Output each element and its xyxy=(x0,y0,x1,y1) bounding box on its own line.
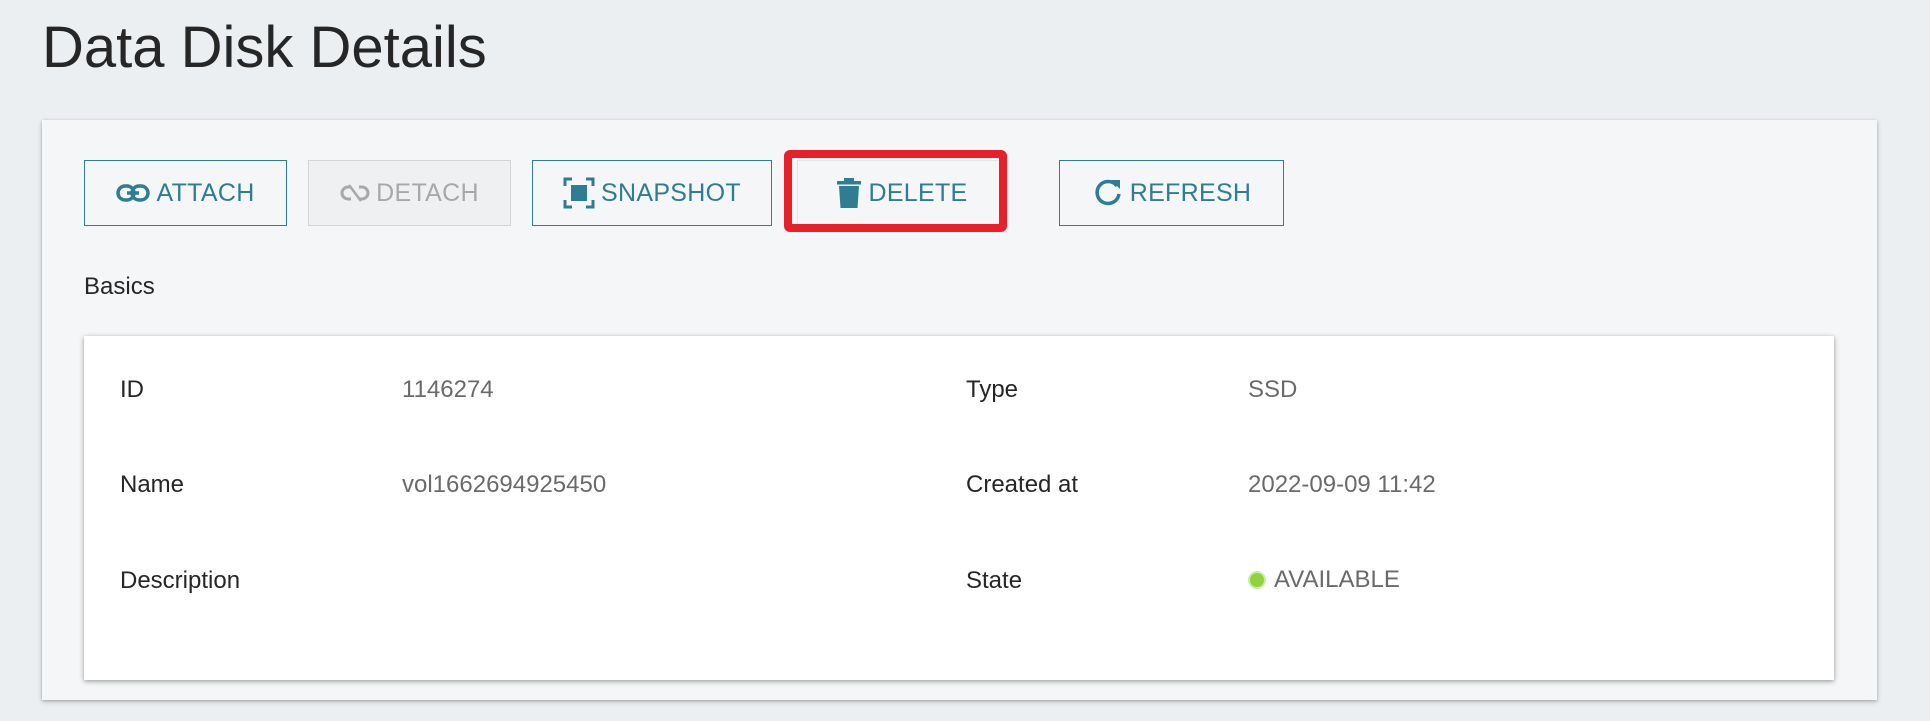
type-label: Type xyxy=(966,376,1019,403)
snapshot-button[interactable]: SNAPSHOT xyxy=(532,160,772,226)
status-dot-icon xyxy=(1248,571,1266,589)
link-icon xyxy=(116,182,151,204)
page-title: Data Disk Details xyxy=(42,15,487,80)
state-value: AVAILABLE xyxy=(1274,566,1400,593)
delete-label: DELETE xyxy=(868,178,968,207)
snapshot-icon xyxy=(563,177,595,209)
refresh-icon xyxy=(1092,177,1124,209)
state-label: State xyxy=(966,567,1023,594)
refresh-button[interactable]: REFRESH xyxy=(1059,160,1284,226)
name-label: Name xyxy=(120,471,185,498)
attach-button[interactable]: ATTACH xyxy=(84,160,287,226)
id-label: ID xyxy=(120,376,144,403)
created-label: Created at xyxy=(966,471,1079,498)
type-value: SSD xyxy=(1248,376,1298,403)
name-value: vol1662694925450 xyxy=(402,471,607,498)
section-title-basics: Basics xyxy=(84,273,155,300)
state-value-wrap: AVAILABLE xyxy=(1248,566,1400,594)
basics-panel: ID 1146274 Name vol1662694925450 Descrip… xyxy=(84,336,1834,680)
attach-label: ATTACH xyxy=(156,178,255,207)
detach-button[interactable]: DETACH xyxy=(308,160,511,226)
created-value: 2022-09-09 11:42 xyxy=(1248,471,1436,498)
refresh-label: REFRESH xyxy=(1129,178,1252,207)
delete-button[interactable]: DELETE xyxy=(797,160,1007,226)
detach-label: DETACH xyxy=(376,178,479,207)
details-card: ATTACH DETACH SNAPSHOT DELETE REFRESH Ba… xyxy=(42,120,1877,700)
snapshot-label: SNAPSHOT xyxy=(601,178,741,207)
link-off-icon xyxy=(340,182,370,204)
id-value: 1146274 xyxy=(402,376,494,403)
description-label: Description xyxy=(120,567,241,594)
trash-icon xyxy=(836,177,862,209)
